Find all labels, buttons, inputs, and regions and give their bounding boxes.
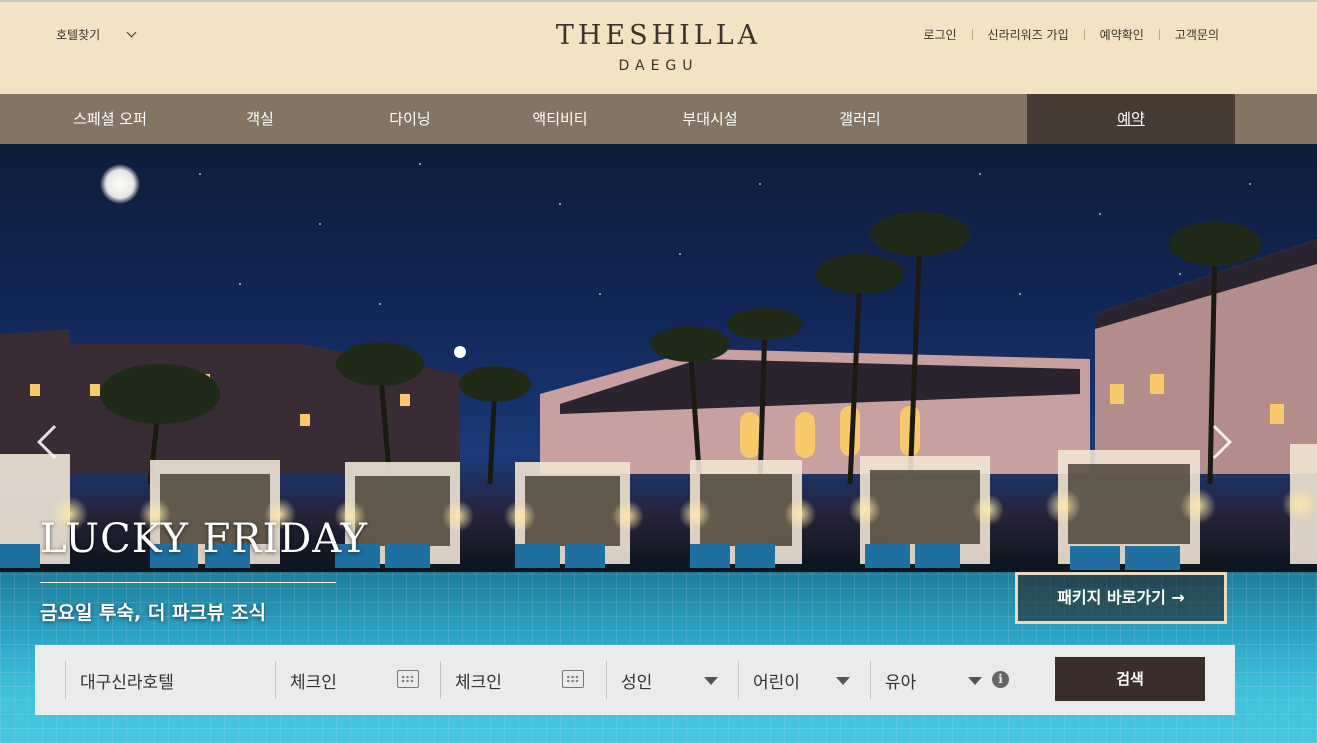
children-label: 어린이 (753, 672, 800, 693)
promo-divider (40, 582, 336, 583)
checkout-label: 체크인 (455, 672, 502, 693)
promo-title: LUCKY FRIDAY (40, 516, 369, 562)
divider (971, 29, 973, 40)
nav-dining[interactable]: 다이닝 (360, 94, 460, 144)
infants-label: 유아 (885, 672, 917, 693)
divider (1158, 29, 1160, 40)
promo-subtitle: 금요일 투숙, 더 파크뷰 조식 (40, 602, 266, 624)
nav-activity[interactable]: 액티비티 (510, 94, 610, 144)
checkout-field[interactable]: 체크인 (440, 661, 606, 699)
site-header: 호텔찾기 THESHILLA DAEGU 로그인 신라리워즈 가입 예약확인 고… (0, 0, 1317, 94)
info-icon[interactable]: i (992, 671, 1009, 688)
nav-rooms[interactable]: 객실 (210, 94, 310, 144)
login-link[interactable]: 로그인 (923, 26, 956, 43)
infants-select[interactable]: 유아 (870, 661, 985, 699)
nav-special-offer[interactable]: 스페셜 오퍼 (50, 94, 170, 144)
reservation-check-link[interactable]: 예약확인 (1100, 26, 1144, 43)
calendar-icon[interactable] (562, 670, 584, 688)
calendar-icon[interactable] (397, 670, 419, 688)
nav-gallery[interactable]: 갤러리 (810, 94, 910, 144)
caret-down-icon (836, 677, 850, 685)
checkin-label: 체크인 (290, 672, 337, 693)
caret-down-icon (968, 677, 982, 685)
search-button[interactable]: 검색 (1055, 657, 1205, 701)
adults-select[interactable]: 성인 (606, 661, 738, 699)
checkin-field[interactable]: 체크인 (275, 661, 440, 699)
package-link-button[interactable]: 패키지 바로가기 → (1015, 572, 1227, 624)
logo-location: DAEGU (618, 58, 699, 74)
nav-reserve[interactable]: 예약 (1027, 94, 1235, 144)
hotel-select[interactable]: 대구신라호텔 (65, 661, 275, 699)
caret-down-icon (704, 677, 718, 685)
nav-facilities[interactable]: 부대시설 (660, 94, 760, 144)
utility-links: 로그인 신라리워즈 가입 예약확인 고객문의 (923, 26, 1219, 43)
main-nav: 스페셜 오퍼 객실 다이닝 액티비티 부대시설 갤러리 예약 (0, 94, 1317, 144)
hero-banner: LUCKY FRIDAY 금요일 투숙, 더 파크뷰 조식 패키지 바로가기 →… (0, 144, 1317, 743)
booking-bar: 대구신라호텔 체크인 체크인 성인 어린이 유아 i 검색 (35, 645, 1235, 715)
customer-inquiry-link[interactable]: 고객문의 (1175, 26, 1219, 43)
adults-label: 성인 (621, 672, 653, 693)
children-select[interactable]: 어린이 (738, 661, 870, 699)
divider (1083, 29, 1085, 40)
rewards-join-link[interactable]: 신라리워즈 가입 (988, 26, 1069, 43)
hotel-select-value: 대구신라호텔 (80, 672, 174, 693)
